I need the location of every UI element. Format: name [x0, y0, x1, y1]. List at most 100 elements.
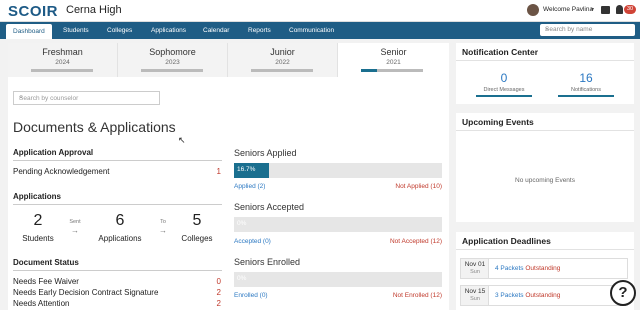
applications-count: 6: [115, 212, 125, 229]
direct-messages-bar: [476, 95, 532, 97]
needs-fee-waiver-count[interactable]: 0: [201, 277, 221, 286]
tab-junior[interactable]: Junior 2022: [228, 43, 338, 77]
deadline-item[interactable]: Nov 15 Sun 3 Packets Outstanding: [460, 285, 628, 306]
not-accepted-link[interactable]: Not Accepted (12): [342, 238, 442, 245]
seniors-applied-bar: 16.7%: [234, 163, 442, 178]
help-icon[interactable]: ?: [610, 280, 636, 306]
seniors-enrolled-pct: 0%: [237, 275, 247, 282]
needs-attention-label[interactable]: Needs Attention: [13, 299, 69, 308]
pending-ack-count[interactable]: 1: [201, 167, 221, 176]
applications-label: Applications: [98, 234, 142, 243]
notification-center-panel: Notification Center 0 Direct Messages 16…: [456, 43, 634, 104]
deadline-date: Nov 15 Sun: [461, 286, 489, 305]
chevron-down-icon[interactable]: ▾: [591, 6, 594, 13]
students-label: Students: [22, 234, 54, 243]
avatar[interactable]: [527, 4, 539, 16]
deadline-weekday: Sun: [470, 296, 480, 302]
nav-colleges[interactable]: Colleges: [100, 22, 139, 39]
seniors-accepted-title: Seniors Accepted: [234, 202, 305, 212]
grade-year: 2024: [55, 59, 70, 66]
needs-ed-signature-label[interactable]: Needs Early Decision Contract Signature: [13, 288, 158, 297]
upcoming-events-panel: Upcoming Events No upcoming Events: [456, 113, 634, 222]
pending-ack-label[interactable]: Pending Acknowledgement: [13, 167, 110, 176]
upcoming-events-title: Upcoming Events: [462, 117, 534, 127]
tab-freshman[interactable]: Freshman 2024: [8, 43, 118, 77]
notifications-bar: [558, 95, 614, 97]
needs-ed-signature-count[interactable]: 2: [201, 288, 221, 297]
deadline-day: Nov 15: [464, 288, 486, 295]
bell-icon[interactable]: [616, 5, 623, 14]
deadline-packets-link[interactable]: 3 Packets: [495, 292, 524, 299]
divider: [13, 270, 222, 271]
grade-name: Junior: [270, 47, 295, 57]
applied-link[interactable]: Applied (2): [234, 183, 265, 190]
nav-communication[interactable]: Communication: [282, 22, 341, 39]
search-icon[interactable]: ⌕: [19, 94, 155, 102]
grade-progress-bar: [361, 69, 423, 72]
applications-title: Applications: [13, 192, 62, 201]
deadline-date: Nov 01 Sun: [461, 259, 489, 278]
welcome-user-menu[interactable]: Welcome Pavlina: [543, 6, 593, 13]
direct-messages-label[interactable]: Direct Messages: [464, 87, 544, 93]
notifications-label[interactable]: Notifications: [546, 87, 626, 93]
divider: [13, 160, 222, 161]
tab-sophomore[interactable]: Sophomore 2023: [118, 43, 228, 77]
no-events-message: No upcoming Events: [515, 177, 575, 184]
grade-progress-bar: [31, 69, 93, 72]
grade-year: 2023: [165, 59, 180, 66]
colleges-count: 5: [192, 212, 202, 229]
search-input[interactable]: Search by name ⌕: [540, 24, 635, 36]
counselor-search-input[interactable]: Search by counselor ⌕: [13, 91, 160, 105]
arrow-right-icon: →: [159, 226, 167, 235]
seniors-applied-title: Seniors Applied: [234, 148, 297, 158]
not-enrolled-link[interactable]: Not Enrolled (12): [342, 292, 442, 299]
page-title: Documents & Applications: [13, 119, 176, 135]
deadline-status: Outstanding: [525, 265, 561, 272]
application-deadlines-title: Application Deadlines: [462, 236, 551, 246]
nav-applications[interactable]: Applications: [144, 22, 193, 39]
divider: [456, 60, 634, 61]
colleges-label: Colleges: [181, 234, 213, 243]
grade-year: 2022: [275, 59, 290, 66]
enrolled-link[interactable]: Enrolled (0): [234, 292, 268, 299]
notification-center-title: Notification Center: [462, 47, 539, 57]
arrow-right-icon: →: [71, 226, 79, 235]
notification-badge[interactable]: 30: [624, 5, 636, 14]
seniors-enrolled-bar: 0%: [234, 272, 442, 287]
deadline-day: Nov 01: [464, 261, 486, 268]
document-status-title: Document Status: [13, 258, 79, 267]
deadline-item[interactable]: Nov 01 Sun 4 Packets Outstanding: [460, 258, 628, 279]
tab-senior[interactable]: Senior 2021: [338, 43, 449, 77]
nav-students[interactable]: Students: [56, 22, 96, 39]
main-panel: Freshman 2024 Sophomore 2023 Junior 2022…: [8, 43, 449, 310]
scoir-logo[interactable]: SCOIR: [8, 3, 58, 20]
deadline-summary: 3 Packets Outstanding: [495, 292, 560, 299]
students-count: 2: [33, 212, 43, 229]
deadline-status: Outstanding: [525, 292, 561, 299]
direct-messages-count[interactable]: 0: [464, 71, 544, 85]
not-applied-link[interactable]: Not Applied (10): [342, 183, 442, 190]
mouse-cursor-icon: ↖: [178, 135, 186, 145]
sent-label: Sent: [69, 219, 81, 225]
accepted-link[interactable]: Accepted (0): [234, 238, 271, 245]
approval-title: Application Approval: [13, 148, 94, 157]
grade-name: Freshman: [42, 47, 83, 57]
to-label: To: [160, 219, 166, 225]
nav-reports[interactable]: Reports: [241, 22, 278, 39]
top-bar: SCOIR Cerna High Welcome Pavlina ▾ 30: [0, 0, 640, 22]
grade-name: Sophomore: [149, 47, 196, 57]
notifications-count[interactable]: 16: [546, 71, 626, 85]
chat-icon[interactable]: [601, 6, 610, 14]
seniors-accepted-pct: 0%: [237, 220, 247, 227]
needs-attention-count[interactable]: 2: [201, 299, 221, 308]
seniors-enrolled-title: Seniors Enrolled: [234, 257, 301, 267]
grade-year: 2021: [386, 59, 401, 66]
nav-calendar[interactable]: Calendar: [196, 22, 236, 39]
grade-progress-bar: [141, 69, 203, 72]
deadline-packets-link[interactable]: 4 Packets: [495, 265, 524, 272]
search-icon[interactable]: ⌕: [545, 26, 631, 34]
needs-fee-waiver-label[interactable]: Needs Fee Waiver: [13, 277, 79, 286]
nav-dashboard[interactable]: Dashboard: [6, 24, 52, 39]
deadline-summary: 4 Packets Outstanding: [495, 265, 560, 272]
divider: [13, 204, 222, 205]
